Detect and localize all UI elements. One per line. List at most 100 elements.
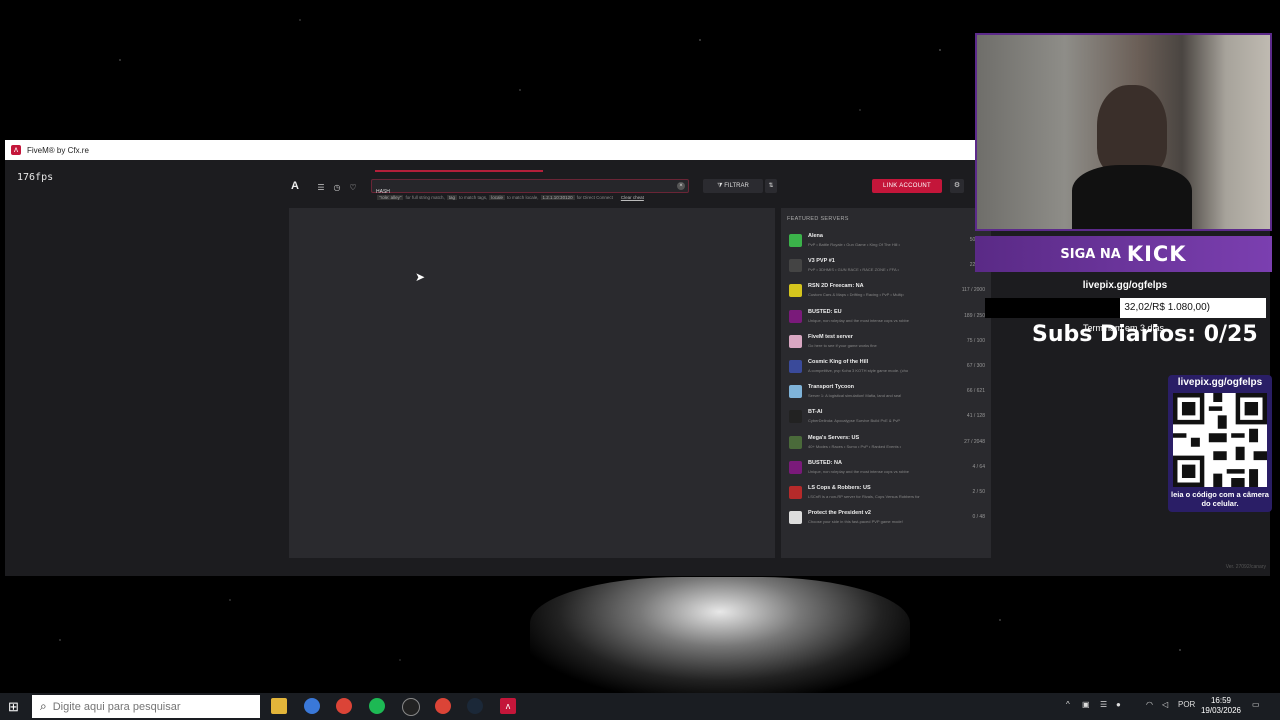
windows-start-icon[interactable]: ⊞ [8, 699, 19, 715]
server-player-count: 66 / 621 [966, 388, 985, 395]
brand-logo[interactable]: A [291, 180, 299, 192]
server-description: A competitive, pvp Koha 3 KOTH style gam… [808, 368, 909, 373]
search-hint: "role: alley" for full string match, tag to… [375, 195, 644, 200]
taskbar-search[interactable]: ⌕ [32, 695, 260, 718]
server-name: Protect the President v2 [808, 510, 871, 517]
hint-code: locale [489, 195, 506, 200]
file-explorer-icon[interactable] [271, 698, 287, 714]
tray-apps-icon[interactable]: ▣ [1082, 700, 1090, 709]
taskbar-clock[interactable]: 16:59 19/03/2026 [1198, 696, 1244, 716]
sort-button[interactable]: ⇅ [765, 179, 777, 193]
list-view-icon[interactable]: ☰ [315, 182, 327, 194]
server-icon [789, 385, 802, 399]
link-account-button[interactable]: LINK ACCOUNT [872, 179, 942, 193]
window-titlebar[interactable]: ʌ FiveM® by Cfx.re [5, 140, 975, 160]
language-indicator[interactable]: POR [1178, 700, 1195, 709]
hint-text: for full string match, [405, 195, 445, 200]
featured-title: FEATURED SERVERS [787, 216, 849, 222]
mouse-pointer-icon: ➤ [415, 270, 426, 284]
volume-icon[interactable]: ◁ [1162, 700, 1168, 709]
server-description: CyberDelinda: Apocalypse Survive Build P… [808, 418, 901, 424]
donation-goal-text: 32,02/R$ 1.080,00) [1124, 302, 1210, 313]
server-name: Mega's Servers: US [808, 434, 860, 441]
server-player-count: 41 / 128 [966, 413, 985, 420]
featured-server-row[interactable]: Cosmic King of the Hill A competitive, pv… [789, 358, 985, 378]
featured-server-row[interactable]: BUSTED: EU Unique, non roleplay and the m… [789, 308, 985, 328]
network-icon[interactable]: ☰ [1100, 700, 1107, 709]
windows-taskbar: ⊞ ⌕ ʌ ^ ▣ ☰ ● ◠ ◁ POR 16:59 19/03/2026 ▭ [0, 693, 1280, 720]
fivem-logo-icon: ʌ [11, 145, 21, 155]
featured-server-row[interactable]: RSN 2D Freecam: NA Custom Cars & Maps • D… [789, 282, 985, 302]
livepix-link-text: livepix.gg/ogfelps [1082, 280, 1168, 291]
featured-server-row[interactable]: BUSTED: NA Unique, non roleplay and the m… [789, 459, 985, 479]
taskbar-search-input[interactable] [50, 699, 205, 714]
webcam-feed [975, 33, 1272, 231]
server-icon [789, 234, 802, 247]
server-icon [789, 410, 802, 424]
server-description: 40+ Modes • Races • Sumo • PvP • Ranked … [808, 443, 902, 449]
featured-server-row[interactable]: BT-AI CyberDelinda: Apocalypse Survive Bu… [789, 408, 985, 428]
steam-icon[interactable] [467, 698, 483, 714]
featured-servers-panel: FEATURED SERVERS Alena PvP • Battle Royal… [781, 208, 991, 558]
hint-code: 1.2.1.10:30120 [540, 195, 575, 200]
featured-server-row[interactable]: Transport Tycoon Server 1: A logistical s… [789, 383, 985, 403]
mic-icon[interactable]: ● [1116, 700, 1121, 709]
top-bar: A ☰ ◷ ♡ × "role: alley"for full string m… [289, 178, 994, 200]
chrome-sculpture-art [530, 577, 910, 693]
notifications-icon[interactable]: ▭ [1252, 700, 1260, 709]
clear-search-icon[interactable]: × [677, 182, 685, 190]
kick-banner: SIGA NA KICK [975, 236, 1272, 272]
featured-server-row[interactable]: Mega's Servers: US 40+ Modes • Races • Su… [789, 434, 985, 454]
wifi-icon[interactable]: ◠ [1146, 700, 1153, 709]
tray-chevron-icon[interactable]: ^ [1066, 700, 1070, 709]
chrome-profile-icon[interactable] [304, 698, 320, 714]
favorites-icon[interactable]: ♡ [347, 182, 359, 194]
server-name: RSN 2D Freecam: NA [808, 283, 864, 290]
chrome-alt-icon[interactable] [435, 698, 451, 714]
server-icon [789, 435, 802, 449]
server-player-count: 189 / 250 [964, 312, 985, 319]
server-player-count: 4 / 64 [972, 463, 985, 470]
filter-button[interactable]: ⧩ FILTRAR [703, 179, 763, 193]
server-icon [789, 360, 802, 373]
clear-cheat-link[interactable]: Clear cheat [621, 195, 644, 200]
hint-text: to match locale, [507, 195, 539, 200]
window-title: FiveM® by Cfx.re [27, 145, 89, 155]
server-name: FiveM test server [808, 333, 853, 340]
server-icon [789, 486, 802, 499]
server-name: Alena [808, 233, 823, 239]
hint-text: for Direct Connect [576, 195, 613, 200]
fivem-taskbar-icon[interactable]: ʌ [500, 698, 516, 714]
filter-label: FILTRAR [724, 183, 749, 189]
chrome-icon[interactable] [336, 698, 352, 714]
server-description: Choose your side in this fast-paced PVP … [808, 519, 903, 525]
featured-server-row[interactable]: FiveM test server Go here to see if your … [789, 333, 985, 353]
server-player-count: 67 / 300 [966, 363, 985, 369]
clock-time: 16:59 [1210, 696, 1232, 705]
kick-prefix: SIGA NA [1060, 246, 1121, 262]
featured-server-row[interactable]: LS Cops & Robbers: US LSCnR is a non-RP s… [789, 484, 985, 504]
featured-server-row[interactable]: Alena PvP • Battle Royale • Gun Game • Ki… [789, 232, 985, 252]
qr-caption: leia o código com a câmera do celular. [1171, 490, 1269, 508]
obs-icon[interactable] [402, 698, 420, 716]
history-icon[interactable]: ◷ [331, 182, 343, 194]
loading-progress [375, 170, 543, 172]
server-description: Unique, non roleplay and the most intens… [808, 317, 909, 323]
spotify-icon[interactable] [369, 698, 385, 714]
settings-gear-icon[interactable]: ⚙ [950, 179, 964, 193]
server-player-count: 75 / 100 [966, 337, 985, 344]
fps-counter: 176fps [17, 172, 54, 183]
hint-code: "role: alley" [377, 195, 404, 200]
donation-goal-fill [985, 298, 1120, 318]
search-icon: ⌕ [40, 699, 47, 713]
server-name: LS Cops & Robbers: US [808, 485, 871, 491]
hint-code: tag [446, 195, 457, 200]
server-player-count: 2 / 50 [972, 489, 985, 495]
server-name: BT-AI [808, 409, 823, 416]
featured-server-row[interactable]: V3 PVP #1 PvP • 3DHMIS • GUN RACE • RACE … [789, 257, 985, 277]
qr-code-icon [1173, 393, 1267, 487]
featured-server-row[interactable]: Protect the President v2 Choose your side… [789, 509, 985, 529]
hint-text: to match tags, [459, 195, 488, 200]
donation-goal-bar: 32,02/R$ 1.080,00) [985, 298, 1266, 318]
server-player-count: 0 / 48 [972, 514, 985, 521]
